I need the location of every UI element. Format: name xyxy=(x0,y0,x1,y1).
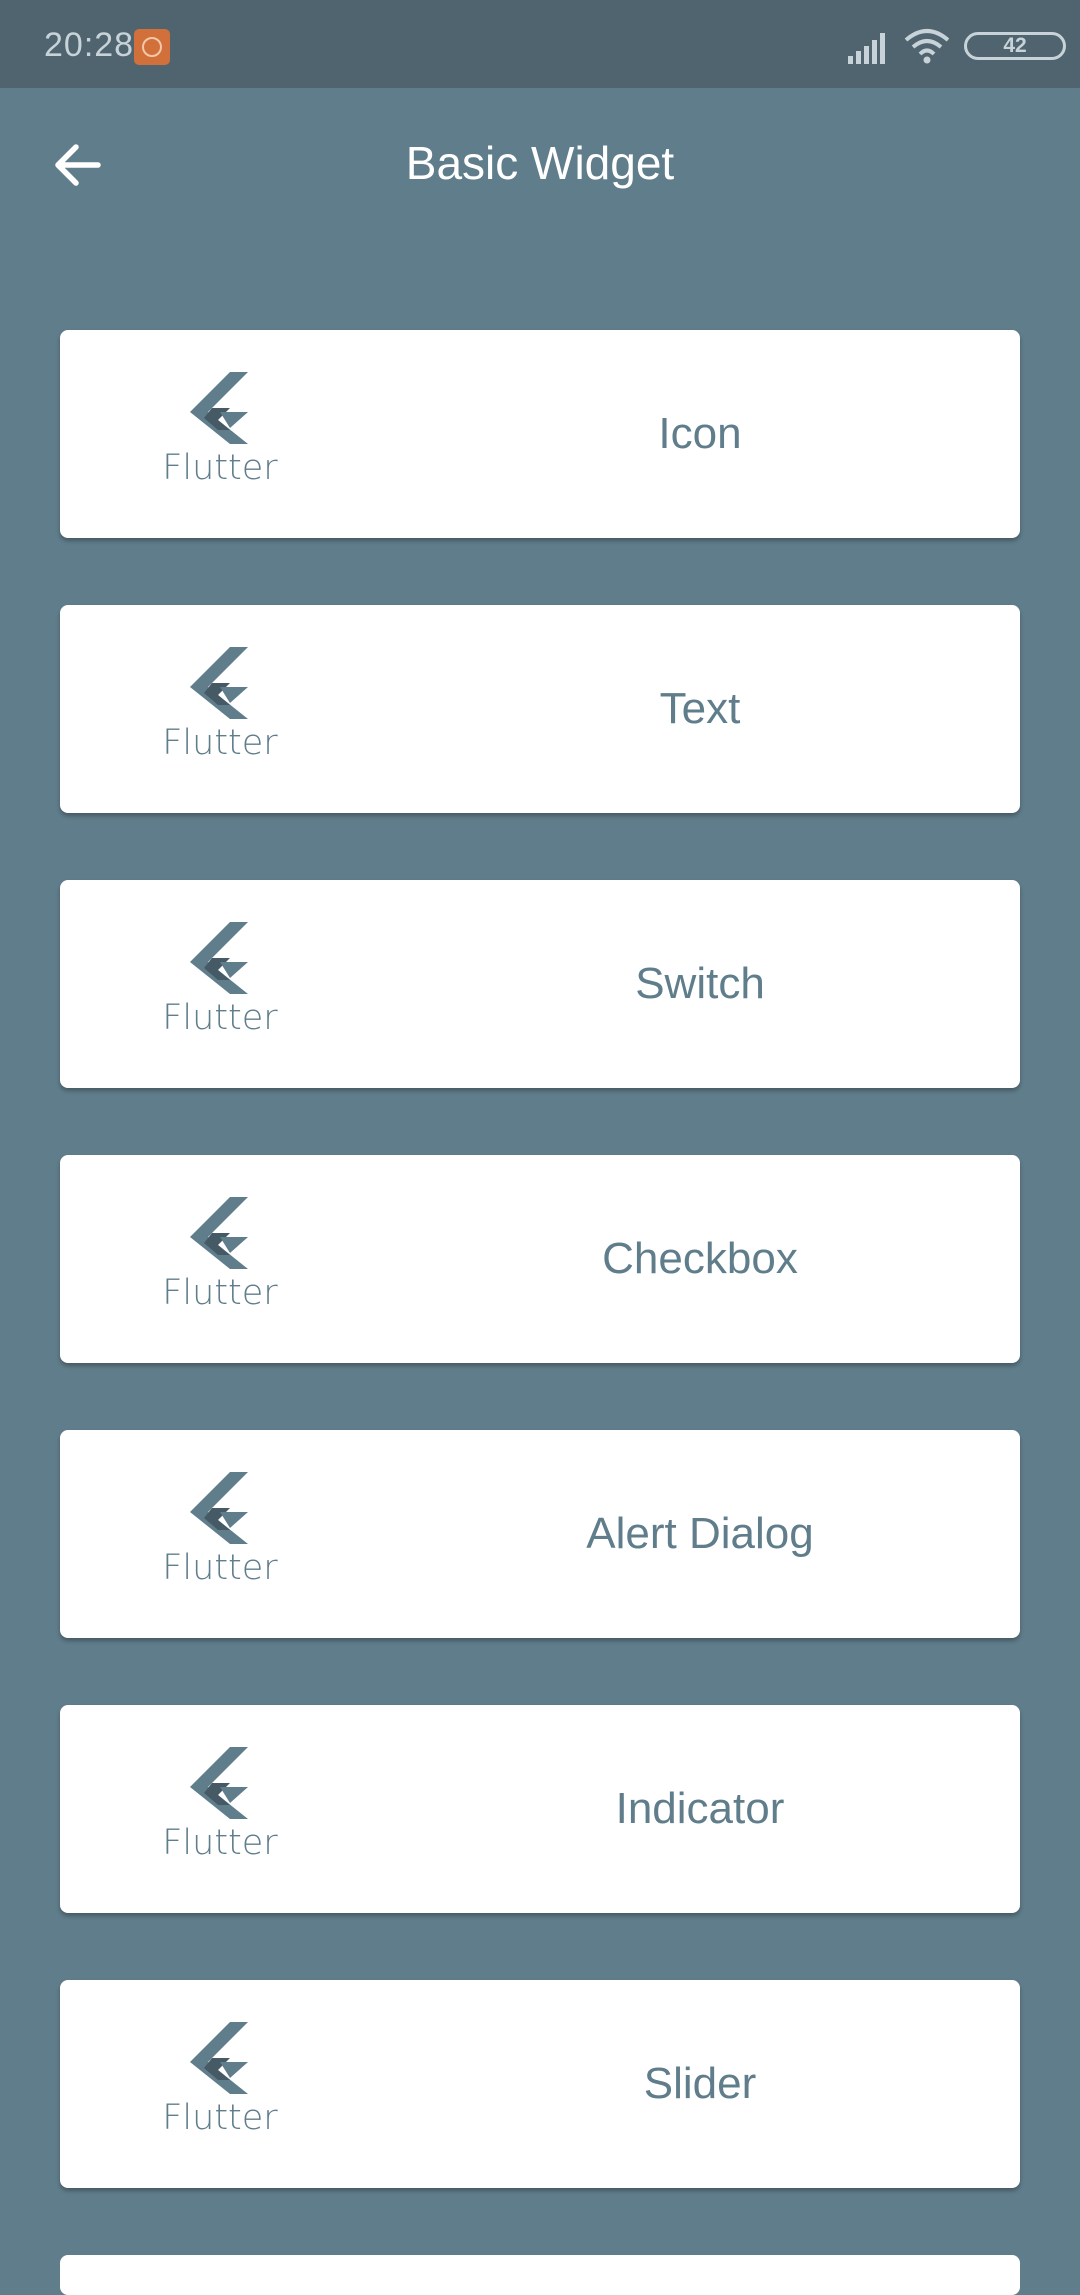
flutter-logo: Flutter xyxy=(160,2022,280,2152)
flutter-logo-icon xyxy=(190,922,248,994)
list-item-slider[interactable]: Flutter Slider xyxy=(60,1980,1020,2188)
app-bar: Basic Widget xyxy=(0,88,1080,240)
list-item-partial[interactable] xyxy=(60,2255,1020,2295)
flutter-logo: Flutter xyxy=(160,922,280,1052)
page-title: Basic Widget xyxy=(405,137,675,189)
flutter-logo: Flutter xyxy=(160,1747,280,1877)
list-item-label: Text xyxy=(659,684,741,733)
flutter-logo-caption: Flutter xyxy=(162,448,278,488)
list-item-alert-dialog[interactable]: Flutter Alert Dialog xyxy=(60,1430,1020,1638)
flutter-logo-caption: Flutter xyxy=(162,723,278,763)
flutter-logo-caption: Flutter xyxy=(162,1548,278,1588)
flutter-logo-icon xyxy=(190,2022,248,2094)
list-item-icon[interactable]: Flutter Icon xyxy=(60,330,1020,538)
list-item-checkbox[interactable]: Flutter Checkbox xyxy=(60,1155,1020,1363)
flutter-logo-caption: Flutter xyxy=(162,2098,278,2138)
list-item-label: Alert Dialog xyxy=(586,1509,814,1558)
list-item-label: Switch xyxy=(635,959,765,1008)
wifi-icon xyxy=(904,29,950,64)
mi-notification-icon xyxy=(134,29,170,65)
signal-icon xyxy=(848,33,885,64)
flutter-logo-icon xyxy=(190,1747,248,1819)
status-bar: 20:28 42 xyxy=(0,0,1080,88)
list-item-text[interactable]: Flutter Text xyxy=(60,605,1020,813)
flutter-logo: Flutter xyxy=(160,647,280,777)
battery-icon: 42 xyxy=(964,32,1066,60)
flutter-logo-caption: Flutter xyxy=(162,1823,278,1863)
list-item-label: Checkbox xyxy=(602,1234,798,1283)
status-time: 20:28 xyxy=(44,26,135,64)
flutter-logo-caption: Flutter xyxy=(162,998,278,1038)
battery-level: 42 xyxy=(1003,34,1027,57)
flutter-logo-icon xyxy=(190,1197,248,1269)
flutter-logo-caption: Flutter xyxy=(162,1273,278,1313)
flutter-logo-icon xyxy=(190,1472,248,1544)
list-item-indicator[interactable]: Flutter Indicator xyxy=(60,1705,1020,1913)
flutter-logo: Flutter xyxy=(160,1197,280,1327)
list-item-switch[interactable]: Flutter Switch xyxy=(60,880,1020,1088)
list-item-label: Indicator xyxy=(615,1784,785,1833)
flutter-logo-icon xyxy=(190,647,248,719)
flutter-logo: Flutter xyxy=(160,372,280,502)
list-item-label: Slider xyxy=(643,2059,757,2108)
list-item-label: Icon xyxy=(658,409,742,458)
flutter-logo-icon xyxy=(190,372,248,444)
flutter-logo: Flutter xyxy=(160,1472,280,1602)
